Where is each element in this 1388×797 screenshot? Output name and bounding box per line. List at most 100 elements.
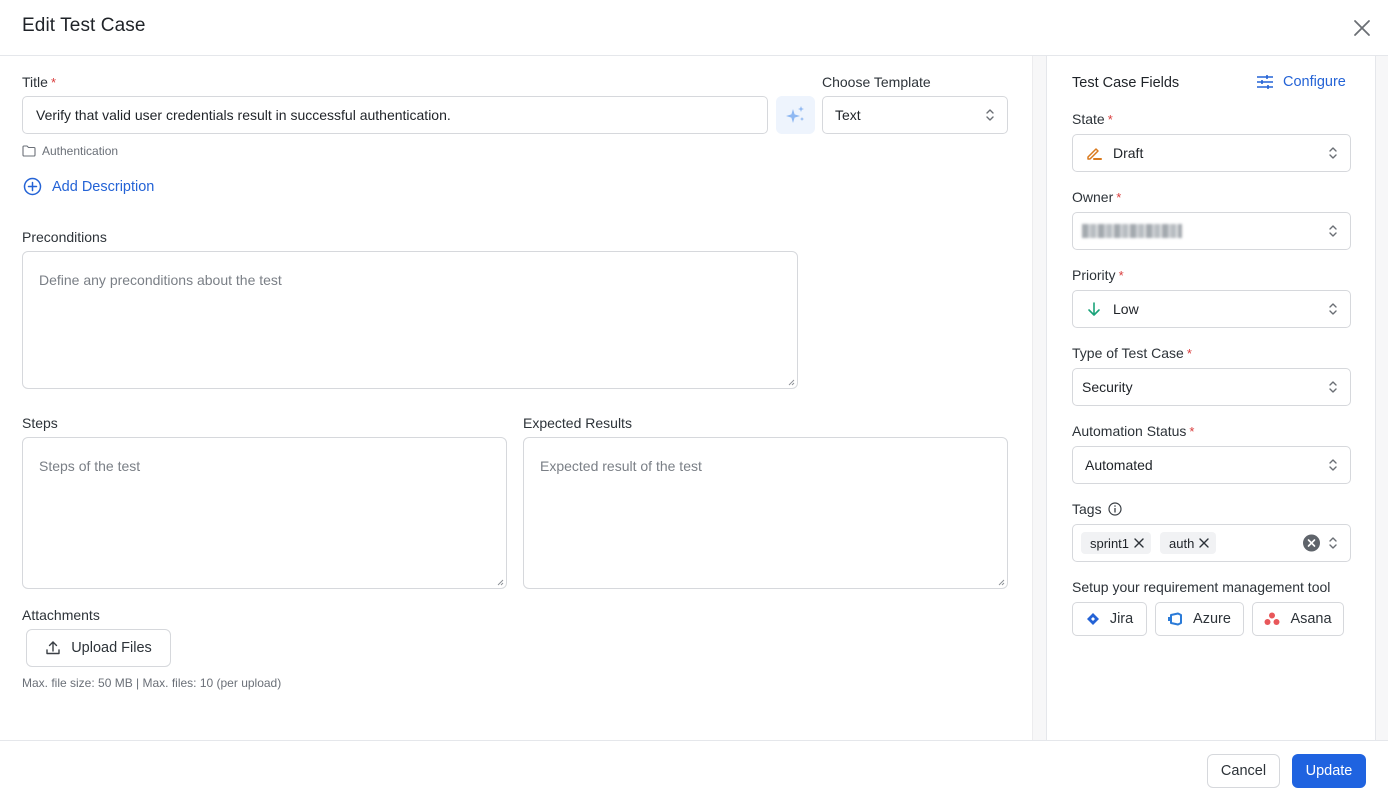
owner-value-redacted	[1082, 224, 1182, 238]
tags-input[interactable]: sprint1 auth	[1072, 524, 1351, 562]
dialog-footer: Cancel Update	[0, 740, 1388, 797]
chevron-updown-icon	[1329, 303, 1337, 315]
clear-icon	[1307, 539, 1316, 547]
required-marker: *	[1189, 424, 1195, 439]
azure-label: Azure	[1193, 611, 1231, 627]
preconditions-placeholder: Define any preconditions about the test	[39, 272, 282, 288]
automation-status-select[interactable]: Automated	[1072, 446, 1351, 484]
required-marker: *	[1186, 346, 1192, 361]
remove-tag-icon[interactable]	[1133, 537, 1145, 549]
title-input-value: Verify that valid user credentials resul…	[36, 107, 451, 123]
owner-label-text: Owner	[1072, 189, 1114, 205]
sliders-icon	[1257, 75, 1273, 89]
resize-handle-icon[interactable]	[997, 578, 1005, 586]
panel-divider	[1032, 56, 1047, 740]
owner-label: Owner *	[1072, 189, 1121, 205]
asana-button[interactable]: Asana	[1252, 602, 1344, 636]
folder-breadcrumb: Authentication	[22, 144, 118, 158]
remove-tag-icon[interactable]	[1198, 537, 1210, 549]
close-button[interactable]	[1350, 16, 1374, 40]
azure-button[interactable]: Azure	[1155, 602, 1244, 636]
jira-icon	[1086, 613, 1099, 625]
priority-label-text: Priority	[1072, 267, 1116, 283]
jira-button[interactable]: Jira	[1072, 602, 1147, 636]
priority-value: Low	[1113, 301, 1139, 317]
upload-icon	[46, 641, 60, 655]
tag-label: auth	[1169, 535, 1195, 551]
jira-label: Jira	[1109, 611, 1134, 627]
tags-label: Tags	[1072, 501, 1122, 517]
info-icon[interactable]	[1107, 502, 1122, 516]
upload-files-label: Upload Files	[71, 640, 152, 656]
pencil-icon	[1085, 144, 1103, 162]
template-label: Choose Template	[822, 74, 931, 90]
state-value: Draft	[1113, 145, 1144, 161]
chevron-updown-icon	[1329, 537, 1337, 549]
chevron-updown-icon	[1329, 381, 1337, 393]
folder-icon	[22, 145, 36, 157]
add-description-label: Add Description	[52, 178, 155, 195]
template-select[interactable]: Text	[822, 96, 1008, 134]
required-marker: *	[1118, 268, 1124, 283]
ai-generate-button[interactable]	[776, 96, 815, 134]
resize-handle-icon[interactable]	[496, 578, 504, 586]
update-button[interactable]: Update	[1292, 754, 1366, 788]
priority-label: Priority *	[1072, 267, 1124, 283]
tag-chip: auth	[1160, 532, 1217, 554]
steps-placeholder: Steps of the test	[39, 458, 141, 474]
configure-button[interactable]: Configure	[1256, 74, 1346, 90]
chevron-updown-icon	[1329, 225, 1337, 237]
clear-tags-button[interactable]	[1303, 534, 1320, 552]
expected-results-placeholder: Expected result of the test	[540, 458, 702, 474]
chevron-updown-icon	[986, 109, 994, 121]
tag-chip: sprint1	[1081, 532, 1152, 554]
type-label: Type of Test Case *	[1072, 345, 1192, 361]
azure-icon	[1168, 612, 1183, 626]
add-description-button[interactable]: Add Description	[23, 177, 154, 196]
priority-select[interactable]: Low	[1072, 290, 1351, 328]
dialog-header: Edit Test Case	[0, 0, 1388, 56]
expected-results-label: Expected Results	[523, 415, 632, 431]
folder-name: Authentication	[42, 144, 119, 158]
configure-label: Configure	[1283, 74, 1346, 90]
automation-status-label-text: Automation Status	[1072, 423, 1187, 439]
preconditions-textarea[interactable]: Define any preconditions about the test	[22, 251, 798, 389]
required-marker: *	[1107, 112, 1113, 127]
attachments-label: Attachments	[22, 607, 100, 623]
plus-circle-icon	[23, 177, 42, 196]
automation-status-value: Automated	[1085, 457, 1153, 473]
state-select[interactable]: Draft	[1072, 134, 1351, 172]
main-form: Title * Verify that valid user credential…	[0, 56, 1032, 740]
required-marker: *	[50, 75, 56, 90]
resize-handle-icon[interactable]	[787, 378, 795, 386]
arrow-down-icon	[1085, 300, 1103, 318]
steps-textarea[interactable]: Steps of the test	[22, 437, 507, 589]
scrollbar-track[interactable]	[1375, 56, 1388, 740]
title-label: Title *	[22, 74, 56, 90]
title-label-text: Title	[22, 74, 48, 90]
steps-label: Steps	[22, 415, 58, 431]
type-label-text: Type of Test Case	[1072, 345, 1184, 361]
type-value: Security	[1082, 379, 1133, 395]
panel-title: Test Case Fields	[1072, 75, 1180, 91]
cancel-button[interactable]: Cancel	[1207, 754, 1280, 788]
title-input[interactable]: Verify that valid user credentials resul…	[22, 96, 768, 134]
required-marker: *	[1116, 190, 1122, 205]
upload-hint: Max. file size: 50 MB | Max. files: 10 (…	[22, 676, 282, 690]
state-label-text: State	[1072, 111, 1105, 127]
tags-label-text: Tags	[1072, 501, 1102, 517]
owner-select[interactable]	[1072, 212, 1351, 250]
expected-results-textarea[interactable]: Expected result of the test	[523, 437, 1008, 589]
test-case-fields-panel: Test Case Fields Configure State * Draft …	[1047, 56, 1375, 740]
preconditions-label: Preconditions	[22, 229, 107, 245]
state-label: State *	[1072, 111, 1113, 127]
type-select[interactable]: Security	[1072, 368, 1351, 406]
sparkles-icon	[785, 106, 804, 123]
asana-icon	[1264, 612, 1280, 625]
requirement-tool-label: Setup your requirement management tool	[1072, 579, 1331, 595]
automation-status-label: Automation Status *	[1072, 423, 1194, 439]
template-select-value: Text	[835, 107, 861, 123]
tag-label: sprint1	[1090, 535, 1130, 551]
dialog-title: Edit Test Case	[22, 15, 146, 36]
upload-files-button[interactable]: Upload Files	[26, 629, 171, 667]
